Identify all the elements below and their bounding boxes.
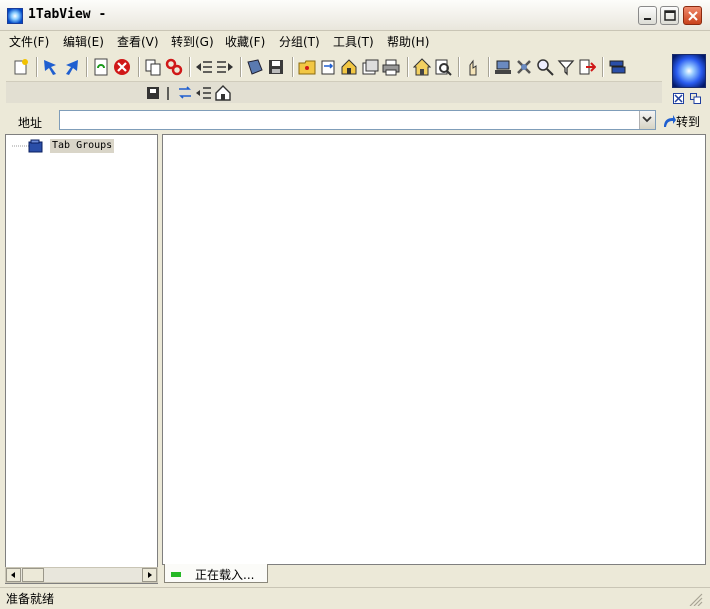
tabs-icon[interactable] — [361, 58, 379, 76]
address-dropdown-button[interactable] — [639, 111, 655, 129]
close-icon — [688, 11, 698, 21]
menu-edit[interactable]: 编辑(E) — [63, 33, 104, 50]
tab-label: 正在载入... — [195, 568, 255, 582]
scroll-left-button[interactable] — [6, 568, 21, 582]
close-panel-icon[interactable] — [673, 93, 684, 104]
arrow-left-icon — [11, 572, 15, 578]
arrow-right-icon — [148, 572, 152, 578]
toolbar-separator — [407, 57, 409, 77]
toolbar-separator — [36, 57, 38, 77]
maximize-icon — [664, 10, 676, 21]
resize-grip-icon[interactable] — [688, 592, 704, 606]
search-page-icon[interactable] — [434, 58, 452, 76]
toolbar-separator — [240, 57, 242, 77]
menu-goto[interactable]: 转到(G) — [171, 33, 214, 50]
app-window: 1TabView - 文件(F) 编辑(E) 查看(V) 转到(G) 收藏(F)… — [0, 0, 710, 609]
minimize-button[interactable] — [638, 6, 657, 25]
go-label: 转到 — [676, 115, 701, 129]
toolbar-separator — [458, 57, 460, 77]
menu-bar: 文件(F) 编辑(E) 查看(V) 转到(G) 收藏(F) 分组(T) 工具(T… — [0, 31, 710, 51]
hand-icon[interactable] — [464, 58, 482, 76]
forward-arrow-icon[interactable] — [62, 58, 80, 76]
tree-right-icon[interactable] — [216, 58, 234, 76]
home-small-icon[interactable] — [214, 84, 232, 102]
print-icon[interactable] — [382, 58, 400, 76]
tree-horizontal-scrollbar[interactable] — [5, 567, 158, 583]
tree-root-item[interactable]: Tab Groups — [28, 139, 115, 153]
close-button[interactable] — [683, 6, 702, 25]
window-title: 1TabView - — [28, 7, 107, 22]
toolbar-separator — [602, 57, 604, 77]
tab-strip: 正在载入... — [162, 564, 706, 584]
toolbar-separator — [488, 57, 490, 77]
tab-groups-tree: Tab Groups — [5, 134, 158, 584]
copy-tab-icon[interactable] — [144, 58, 162, 76]
go-button[interactable]: 转到 — [662, 113, 700, 130]
exit-icon[interactable] — [578, 58, 596, 76]
status-text: 准备就绪 — [6, 592, 55, 606]
transfer-icon[interactable] — [319, 58, 337, 76]
app-logo — [672, 54, 706, 88]
home-folder-icon[interactable] — [340, 58, 358, 76]
tab-group-folder-icon — [28, 139, 43, 153]
filter-icon[interactable] — [557, 58, 575, 76]
stop-icon[interactable] — [113, 58, 131, 76]
menu-help[interactable]: 帮助(H) — [387, 33, 429, 50]
restore-panel-icon[interactable] — [690, 93, 701, 104]
windows-icon[interactable] — [608, 58, 626, 76]
scroll-right-button[interactable] — [142, 568, 157, 582]
divider-icon — [167, 87, 169, 100]
save-icon[interactable] — [267, 58, 285, 76]
address-label: 地址 — [18, 116, 43, 130]
menu-favorites[interactable]: 收藏(F) — [225, 33, 265, 50]
toolbar-separator — [189, 57, 191, 77]
group-save-icon[interactable] — [145, 84, 163, 102]
link-icon[interactable] — [165, 58, 183, 76]
menu-view[interactable]: 查看(V) — [117, 33, 159, 50]
folder-icon[interactable] — [298, 58, 316, 76]
toolbar-row-main — [6, 53, 662, 82]
chevron-down-icon — [642, 116, 652, 123]
toolbar — [6, 53, 662, 103]
browser-content-area[interactable] — [162, 134, 706, 565]
search-icon[interactable] — [536, 58, 554, 76]
menu-file[interactable]: 文件(F) — [9, 33, 49, 50]
tree-root-label: Tab Groups — [50, 139, 115, 153]
minimize-icon — [644, 18, 651, 20]
tab-loading-indicator — [171, 572, 181, 577]
toolbar-separator — [86, 57, 88, 77]
back-arrow-icon[interactable] — [42, 58, 60, 76]
menu-tools[interactable]: 工具(T) — [333, 33, 374, 50]
app-logo-icon[interactable] — [7, 8, 23, 24]
menu-group[interactable]: 分组(T) — [279, 33, 320, 50]
tools-icon[interactable] — [515, 58, 533, 76]
outdent-icon[interactable] — [195, 84, 213, 102]
refresh-list-icon[interactable] — [176, 84, 194, 102]
status-bar: 准备就绪 — [0, 587, 710, 609]
new-tab-icon[interactable] — [12, 58, 30, 76]
network-icon[interactable] — [494, 58, 512, 76]
maximize-button[interactable] — [660, 6, 679, 25]
toolbar-row-group — [6, 82, 662, 103]
scroll-thumb[interactable] — [22, 568, 44, 582]
toolbar-separator — [292, 57, 294, 77]
tab-loading[interactable]: 正在载入... — [164, 564, 268, 583]
book-icon[interactable] — [246, 58, 264, 76]
toolbar-separator — [138, 57, 140, 77]
tree-left-icon[interactable] — [195, 58, 213, 76]
go-arrow-icon — [664, 115, 676, 127]
title-bar: 1TabView - — [0, 0, 710, 31]
home-icon[interactable] — [413, 58, 431, 76]
address-input[interactable] — [59, 110, 656, 130]
refresh-icon[interactable] — [92, 58, 110, 76]
